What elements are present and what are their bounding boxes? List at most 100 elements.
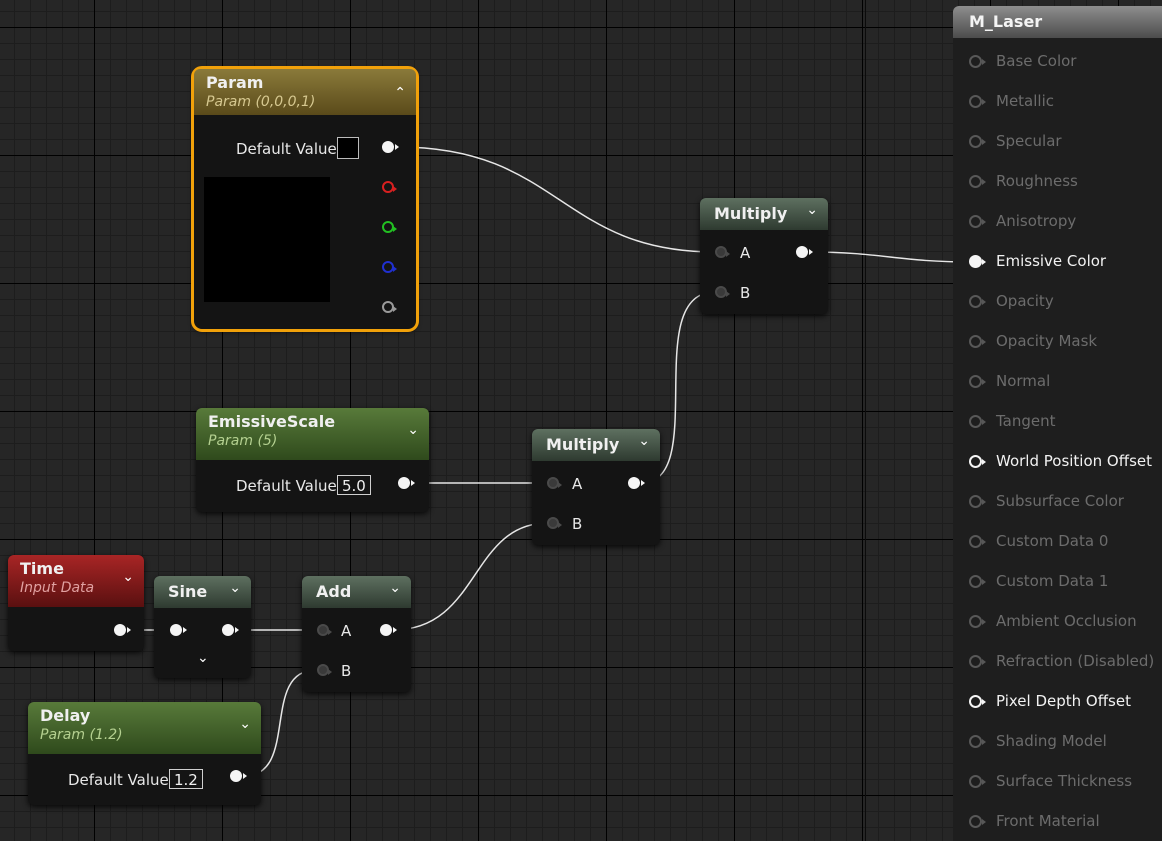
emissive-scale-node[interactable]: EmissiveScale Param (5) ⌄ Default Value …	[196, 408, 429, 512]
output-pin[interactable]	[380, 624, 397, 636]
material-input-label: World Position Offset	[996, 452, 1152, 470]
input-b-pin[interactable]	[715, 286, 730, 298]
material-input-row[interactable]: Ambient Occlusion	[953, 609, 1162, 633]
material-result-node[interactable]: M_Laser Base Color Metallic Specular Roughn…	[953, 6, 1162, 841]
input-pin[interactable]	[969, 175, 986, 188]
input-a-pin[interactable]	[317, 624, 332, 636]
chevron-down-icon[interactable]: ⌄	[229, 580, 241, 596]
input-pin[interactable]	[969, 295, 986, 308]
material-input-row[interactable]: Opacity	[953, 289, 1162, 313]
input-a-pin[interactable]	[715, 246, 730, 258]
sine-node[interactable]: Sine ⌄ ⌄	[154, 576, 251, 678]
input-pin[interactable]	[969, 615, 986, 628]
input-pin[interactable]	[969, 815, 986, 828]
input-pin[interactable]	[969, 695, 986, 708]
input-pin[interactable]	[969, 255, 986, 268]
material-input-label: Front Material	[996, 812, 1100, 830]
material-input-row[interactable]: Opacity Mask	[953, 329, 1162, 353]
material-input-row[interactable]: Shading Model	[953, 729, 1162, 753]
color-swatch[interactable]	[337, 137, 359, 159]
param-node[interactable]: Param Param (0,0,0,1) ⌃ Default Value	[191, 66, 419, 332]
multiply-node-middle[interactable]: Multiply ⌄ A B	[532, 429, 660, 545]
chevron-down-icon[interactable]: ⌄	[122, 569, 134, 585]
material-input-row[interactable]: Base Color	[953, 49, 1162, 73]
output-pin[interactable]	[796, 246, 813, 258]
pin-a-label: A	[572, 475, 583, 493]
input-pin[interactable]	[969, 215, 986, 228]
input-pin[interactable]	[969, 335, 986, 348]
input-pin[interactable]	[969, 415, 986, 428]
input-pin[interactable]	[969, 655, 986, 668]
material-input-row[interactable]: Subsurface Color	[953, 489, 1162, 513]
time-node[interactable]: Time Input Data ⌄	[8, 555, 144, 651]
delay-node-title: Delay	[40, 706, 91, 725]
input-a-pin[interactable]	[547, 477, 562, 489]
material-input-row[interactable]: Roughness	[953, 169, 1162, 193]
output-pin[interactable]	[628, 477, 645, 489]
material-input-row[interactable]: Normal	[953, 369, 1162, 393]
output-a-pin[interactable]	[382, 301, 397, 313]
input-pin[interactable]	[170, 624, 187, 636]
input-pin[interactable]	[969, 95, 986, 108]
wire-param-to-multiply-a[interactable]	[397, 146, 716, 253]
material-input-row[interactable]: Pixel Depth Offset	[953, 689, 1162, 713]
material-input-row[interactable]: Metallic	[953, 89, 1162, 113]
material-input-label: Surface Thickness	[996, 772, 1133, 790]
input-pin[interactable]	[969, 775, 986, 788]
material-input-row[interactable]: World Position Offset	[953, 449, 1162, 473]
material-input-row[interactable]: Surface Thickness	[953, 769, 1162, 793]
output-rgba-pin[interactable]	[382, 141, 399, 153]
wire-multiply-to-emissive[interactable]	[809, 251, 971, 263]
material-input-row[interactable]: Custom Data 1	[953, 569, 1162, 593]
input-pin[interactable]	[969, 375, 986, 388]
output-pin[interactable]	[398, 477, 415, 489]
input-pin[interactable]	[969, 735, 986, 748]
input-pin[interactable]	[969, 135, 986, 148]
pin-b-label: B	[740, 284, 751, 302]
delay-node[interactable]: Delay Param (1.2) ⌄ Default Value 1.2	[28, 702, 261, 805]
chevron-down-icon[interactable]: ⌄	[638, 433, 650, 449]
param-node-header[interactable]: Param Param (0,0,0,1) ⌃	[194, 69, 416, 115]
output-r-pin[interactable]	[382, 181, 397, 193]
input-b-pin[interactable]	[317, 664, 332, 676]
material-input-row[interactable]: Tangent	[953, 409, 1162, 433]
output-pin[interactable]	[114, 624, 131, 636]
material-input-row[interactable]: Anisotropy	[953, 209, 1162, 233]
material-input-label: Metallic	[996, 92, 1054, 110]
delay-node-header[interactable]: Delay Param (1.2) ⌄	[28, 702, 261, 754]
input-pin[interactable]	[969, 55, 986, 68]
output-g-pin[interactable]	[382, 221, 397, 233]
output-pin[interactable]	[230, 770, 247, 782]
input-pin[interactable]	[969, 535, 986, 548]
chevron-down-icon[interactable]: ⌄	[389, 580, 401, 596]
multiply-node-top[interactable]: Multiply ⌄ A B	[700, 198, 828, 314]
default-value-field[interactable]: 1.2	[169, 769, 203, 789]
material-input-row[interactable]: Front Material	[953, 809, 1162, 833]
default-value-field[interactable]: 5.0	[337, 475, 371, 495]
wire-add-to-multiply-b[interactable]	[392, 522, 549, 631]
emissive-scale-header[interactable]: EmissiveScale Param (5) ⌄	[196, 408, 429, 460]
input-pin[interactable]	[969, 495, 986, 508]
sine-node-header[interactable]: Sine ⌄	[154, 576, 251, 608]
material-input-row[interactable]: Specular	[953, 129, 1162, 153]
expand-chevron-icon[interactable]: ⌄	[197, 650, 209, 666]
collapse-chevron-icon[interactable]: ⌃	[394, 85, 406, 101]
material-input-row[interactable]: Refraction (Disabled)	[953, 649, 1162, 673]
chevron-down-icon[interactable]: ⌄	[806, 202, 818, 218]
default-value-label: Default Value	[68, 771, 169, 789]
multiply-top-header[interactable]: Multiply ⌄	[700, 198, 828, 230]
chevron-down-icon[interactable]: ⌄	[407, 422, 419, 438]
output-pin[interactable]	[222, 624, 239, 636]
material-input-row[interactable]: Emissive Color	[953, 249, 1162, 273]
chevron-down-icon[interactable]: ⌄	[239, 716, 251, 732]
input-pin[interactable]	[969, 575, 986, 588]
add-node-header[interactable]: Add ⌄	[302, 576, 411, 608]
input-pin[interactable]	[969, 455, 986, 468]
add-node[interactable]: Add ⌄ A B	[302, 576, 411, 692]
output-b-pin[interactable]	[382, 261, 397, 273]
multiply-mid-header[interactable]: Multiply ⌄	[532, 429, 660, 461]
time-node-header[interactable]: Time Input Data ⌄	[8, 555, 144, 607]
material-input-row[interactable]: Custom Data 0	[953, 529, 1162, 553]
input-b-pin[interactable]	[547, 517, 562, 529]
default-value-label: Default Value	[236, 477, 337, 495]
